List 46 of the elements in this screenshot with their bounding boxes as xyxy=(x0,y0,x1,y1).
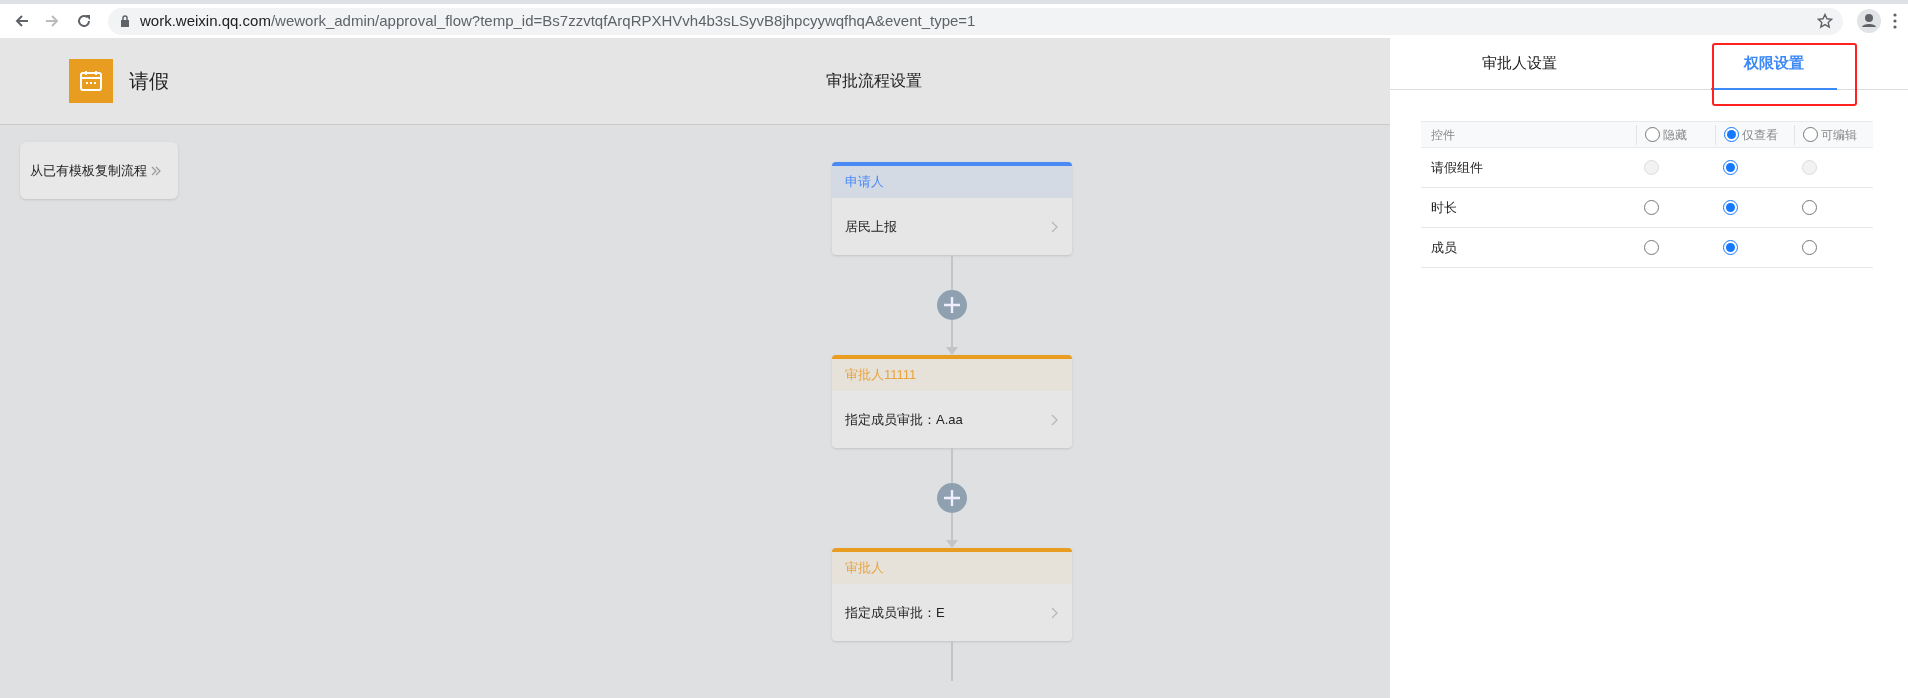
node-title: 审批人11111 xyxy=(832,359,1072,391)
table-cell-text: 成员 xyxy=(1430,238,1458,257)
add-node-button[interactable] xyxy=(937,483,967,513)
page-title: 审批流程设置 xyxy=(826,71,922,91)
column-radio-option[interactable]: 仅查看 xyxy=(1715,124,1794,145)
flow-node-card[interactable]: 审批人 指定成员审批：E xyxy=(832,548,1072,641)
copy-from-template-button[interactable]: 从已有模板复制流程 xyxy=(20,142,178,199)
node-detail: 指定成员审批：E xyxy=(845,603,945,622)
column-radio-option[interactable]: 隐藏 xyxy=(1636,124,1715,145)
flow-node-card[interactable]: 审批人11111 指定成员审批：A.aa xyxy=(832,355,1072,448)
chevron-right-icon xyxy=(1051,413,1058,426)
profile-icon[interactable] xyxy=(1857,9,1881,33)
node-detail: 指定成员审批：A.aa xyxy=(845,410,963,429)
tab[interactable]: 审批人设置 xyxy=(1456,38,1582,90)
radio-button[interactable] xyxy=(1802,200,1817,215)
radio-button[interactable] xyxy=(1724,127,1739,142)
radio-button[interactable] xyxy=(1644,200,1659,215)
flow-node-card[interactable]: 申请人 居民上报 xyxy=(832,162,1072,255)
add-node-button[interactable] xyxy=(937,290,967,320)
forward-icon[interactable] xyxy=(44,13,60,29)
radio-button[interactable] xyxy=(1723,160,1738,175)
table-cell-text: 时长 xyxy=(1430,198,1458,217)
radio-button[interactable] xyxy=(1645,127,1660,142)
chevron-right-icon xyxy=(1051,606,1058,619)
double-chevron-icon xyxy=(151,165,161,176)
node-title: 审批人 xyxy=(832,552,1072,584)
bookmark-star-icon[interactable] xyxy=(1817,13,1833,29)
radio-button[interactable] xyxy=(1644,240,1659,255)
radio-button[interactable] xyxy=(1803,127,1818,142)
radio-button[interactable] xyxy=(1802,240,1817,255)
node-detail: 居民上报 xyxy=(845,217,897,236)
column-radio-option[interactable]: 可编辑 xyxy=(1794,124,1873,145)
chevron-right-icon xyxy=(1051,220,1058,233)
back-icon[interactable] xyxy=(14,13,30,29)
lock-icon xyxy=(120,15,130,27)
more-menu-icon[interactable] xyxy=(1893,13,1897,29)
radio-button[interactable] xyxy=(1723,200,1738,215)
address-bar[interactable]: work.weixin.qq.com/wework_admin/approval_flow?temp_id=Bs7zzvtqfArqRPXHVvh4b3sLSyvB8jhpcyywqfhqA&event_type=1 xyxy=(108,7,1843,35)
url-text: work.weixin.qq.com/wework_admin/approval_flow?temp_id=Bs7zzvtqfArqRPXHVvh4b3sLSyvB8jhpcyywqfhqA&event_type=1 xyxy=(140,10,976,31)
reload-icon[interactable] xyxy=(76,13,92,29)
table-cell-text: 请假组件 xyxy=(1430,158,1484,177)
column-header: 控件 xyxy=(1430,126,1456,144)
radio-button[interactable] xyxy=(1723,240,1738,255)
calendar-icon xyxy=(69,59,113,103)
node-title: 申请人 xyxy=(832,166,1072,198)
app-name: 请假 xyxy=(129,69,169,94)
